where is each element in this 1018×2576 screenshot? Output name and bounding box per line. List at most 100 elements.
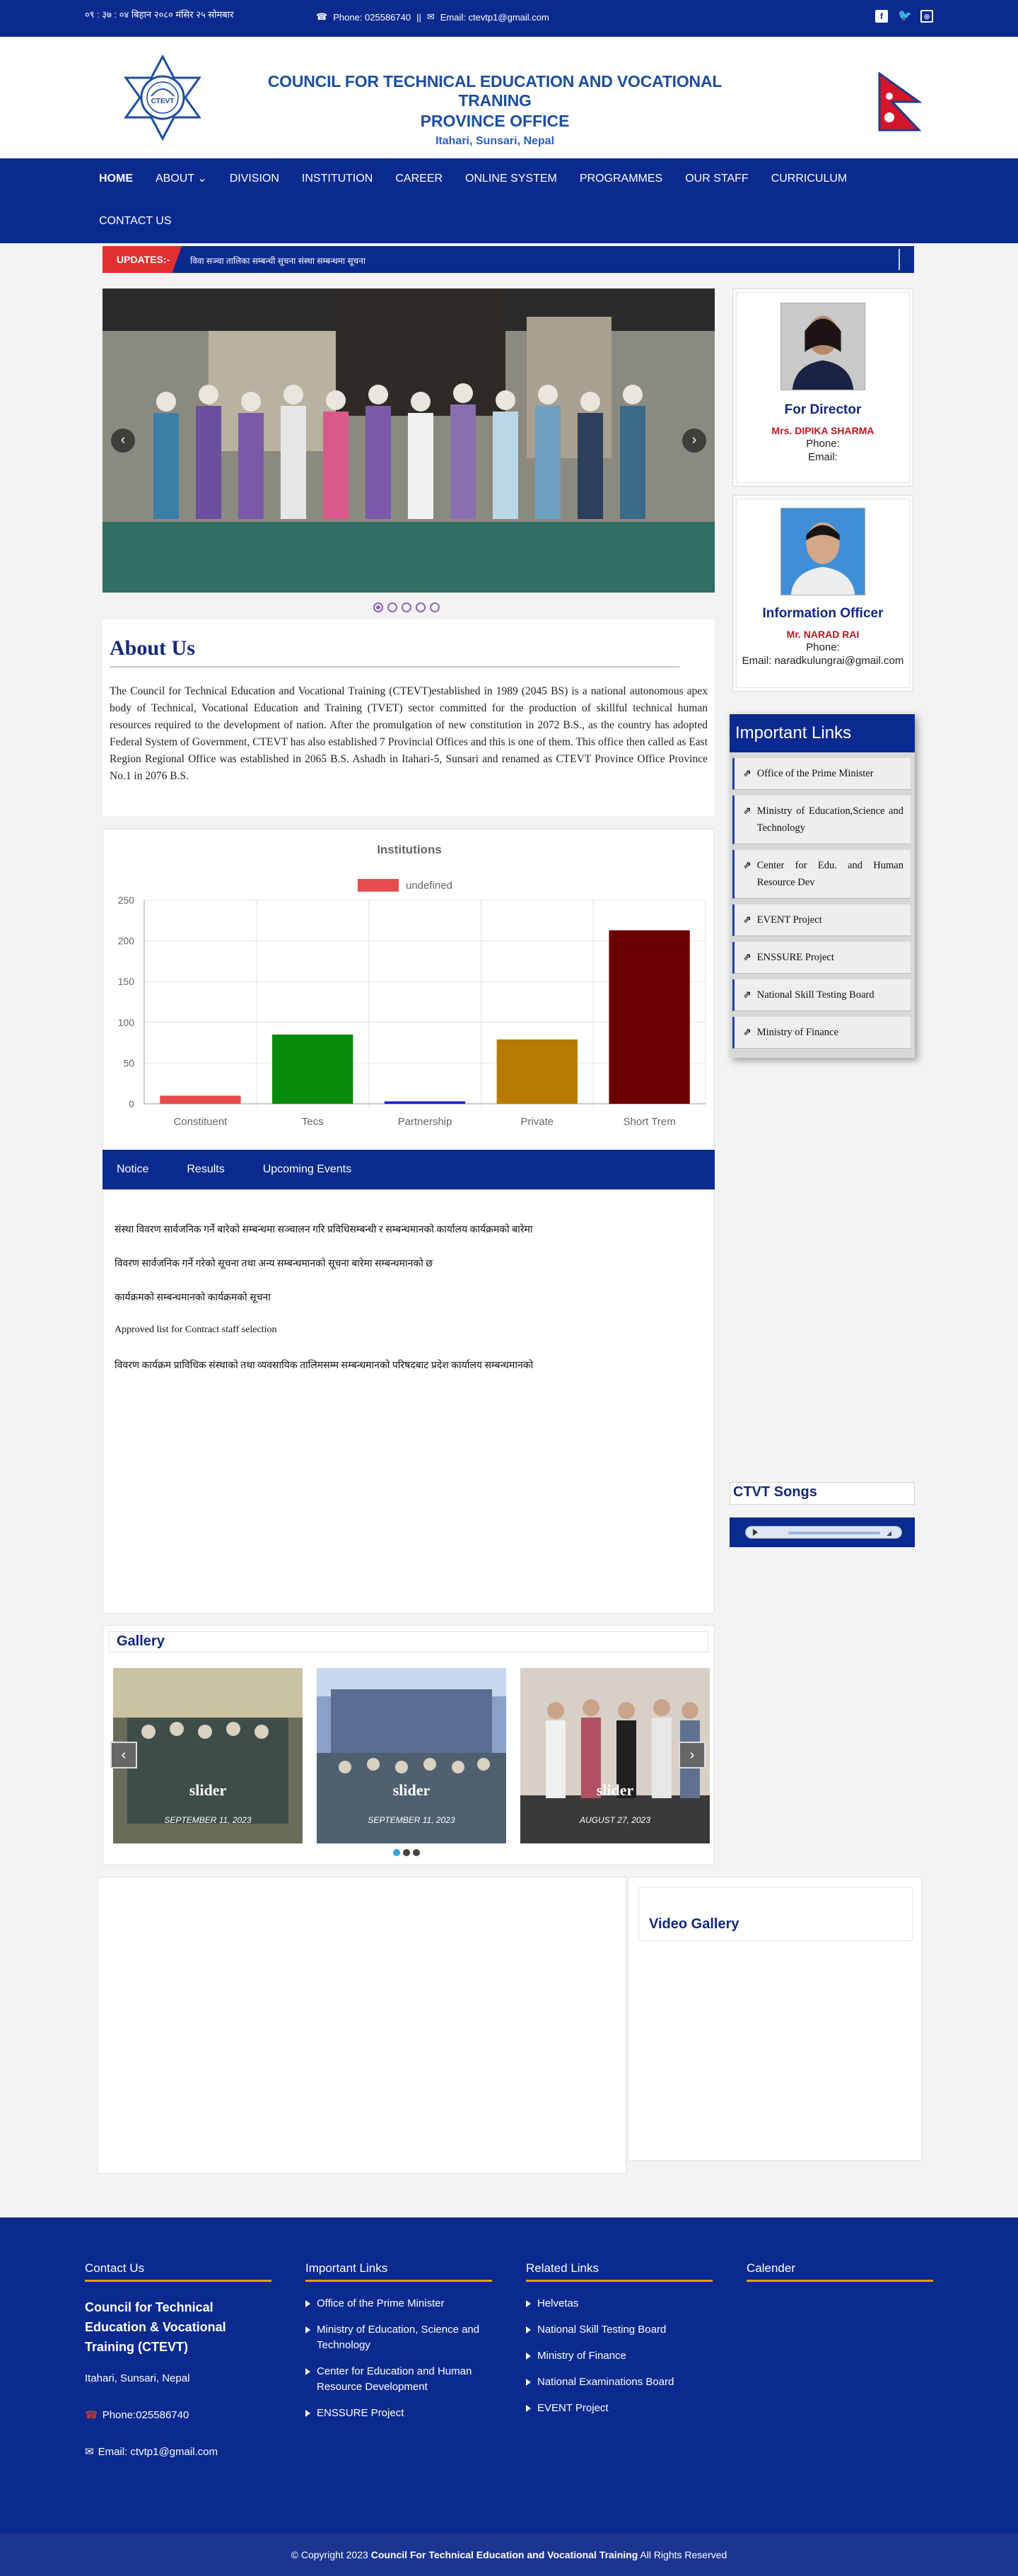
site-title: COUNCIL FOR TECHNICAL EDUCATION AND VOCA…: [233, 72, 756, 148]
footer-important-heading: Important Links: [305, 2261, 492, 2282]
gallery-card[interactable]: slider SEPTEMBER 11, 2023: [317, 1668, 506, 1843]
top-contact: ☎ Phone: 025586740 || ✉ Email: ctevtp1@g…: [316, 11, 549, 23]
footer-link[interactable]: Ministry of Finance: [526, 2348, 713, 2364]
gallery-prev-button[interactable]: ‹: [110, 1742, 137, 1768]
notice-panel: संस्था विवरण सार्वजनिक गर्ने बारेको सम्ब…: [103, 1189, 715, 1614]
footer-link[interactable]: Office of the Prime Minister: [305, 2296, 492, 2312]
facebook-icon[interactable]: f: [875, 10, 888, 23]
nav-career[interactable]: CAREER: [395, 158, 454, 201]
gallery-section: Gallery slider SEPTEMBER 11, 2023 slider…: [103, 1625, 715, 1865]
nav-institution[interactable]: INSTITUTION: [302, 158, 384, 201]
info-officer-email: Email: naradkulungrai@gmail.com: [742, 655, 904, 667]
footer-link[interactable]: Helvetas: [526, 2296, 713, 2312]
nav-division[interactable]: DIVISION: [230, 158, 291, 201]
tab-notice[interactable]: Notice: [103, 1150, 163, 1189]
slider-next-button[interactable]: ›: [682, 429, 706, 453]
chevron-down-icon: ⌄: [197, 173, 207, 185]
slider-dot[interactable]: [402, 602, 411, 612]
important-link[interactable]: ⇗ Ministry of Finance: [732, 1017, 911, 1049]
footer-contact-heading: Contact Us: [85, 2261, 271, 2282]
important-link[interactable]: ⇗ Office of the Prime Minister: [732, 758, 911, 790]
instagram-icon[interactable]: ◎: [920, 10, 933, 23]
footer-link[interactable]: EVENT Project: [526, 2401, 713, 2416]
notice-item[interactable]: Approved list for Contract staff selecti…: [115, 1324, 703, 1358]
director-phone: Phone:: [806, 438, 840, 450]
audio-controls[interactable]: ◢: [745, 1526, 902, 1539]
twitter-icon[interactable]: 🐦: [898, 10, 912, 23]
footer-link[interactable]: National Examinations Board: [526, 2374, 713, 2390]
gallery-caption: slider: [596, 1781, 634, 1799]
footer-link[interactable]: Center for Education and Human Resource …: [305, 2364, 492, 2395]
play-icon[interactable]: [753, 1529, 758, 1536]
phone-icon: ☎: [316, 11, 328, 22]
top-separator: ||: [416, 11, 421, 23]
slider-dot[interactable]: [430, 602, 440, 612]
gallery-dot[interactable]: [393, 1849, 400, 1856]
nav-programmes[interactable]: PROGRAMMES: [580, 158, 674, 201]
gallery-date: SEPTEMBER 11, 2023: [368, 1815, 455, 1825]
updates-text[interactable]: विवा सञ्चा तालिका सम्बन्धी सूचना संस्था …: [190, 255, 365, 267]
important-link[interactable]: ⇗ National Skill Testing Board: [732, 979, 911, 1011]
phone-icon: ☎: [85, 2409, 98, 2421]
nav-curriculum[interactable]: CURRICULUM: [771, 158, 859, 201]
notice-item[interactable]: कार्यक्रमको सम्बन्धमानको कार्यक्रमको सूच…: [115, 1290, 703, 1324]
director-role: For Director: [784, 402, 862, 417]
footer-link[interactable]: ENSSURE Project: [305, 2406, 492, 2421]
bar[interactable]: [384, 1101, 466, 1104]
director-name: Mrs. DIPIKA SHARMA: [771, 425, 874, 436]
slider-dot[interactable]: [416, 602, 426, 612]
nav-about[interactable]: ABOUT ⌄: [156, 158, 218, 201]
updates-ticker: UPDATES:- विवा सञ्चा तालिका सम्बन्धी सूच…: [103, 246, 914, 273]
notice-item[interactable]: विवरण कार्यक्रम प्राविधिक संस्थाको तथा व…: [115, 1358, 703, 1392]
footer-link[interactable]: Ministry of Education, Science and Techn…: [305, 2322, 492, 2353]
slider-dot[interactable]: [373, 602, 383, 612]
top-email: Email: ctevtp1@gmail.com: [440, 11, 549, 23]
gallery-title: Gallery: [109, 1631, 708, 1653]
slider-prev-button[interactable]: ‹: [111, 429, 135, 453]
chart-title: Institutions: [377, 843, 442, 856]
y-tick-label: 100: [118, 1017, 135, 1028]
ticker-divider: [899, 249, 900, 270]
notice-item[interactable]: संस्था विवरण सार्वजनिक गर्ने बारेको सम्ब…: [115, 1223, 703, 1257]
footer-related-links: Related Links Helvetas National Skill Te…: [526, 2261, 713, 2427]
important-link[interactable]: ⇗ Center for Edu. and Human Resource Dev: [732, 850, 911, 899]
footer-link[interactable]: National Skill Testing Board: [526, 2322, 713, 2338]
gallery-dot[interactable]: [413, 1849, 420, 1856]
footer-important-links: Important Links Office of the Prime Mini…: [305, 2261, 492, 2432]
updates-label: UPDATES:-: [103, 246, 182, 273]
ctevt-logo[interactable]: CTEVT: [119, 54, 206, 141]
title-line2: PROVINCE OFFICE: [420, 112, 570, 130]
gallery-card[interactable]: slider SEPTEMBER 11, 2023: [113, 1668, 303, 1843]
gallery-next-button[interactable]: ›: [679, 1742, 706, 1768]
nav-online-system[interactable]: ONLINE SYSTEM: [465, 158, 568, 201]
important-link[interactable]: ⇗ ENSSURE Project: [732, 942, 911, 974]
legend-swatch: [358, 879, 399, 892]
bar[interactable]: [160, 1095, 241, 1104]
tab-results[interactable]: Results: [172, 1150, 238, 1189]
director-photo: [780, 303, 865, 390]
volume-icon[interactable]: ◢: [887, 1529, 891, 1537]
bar[interactable]: [496, 1039, 578, 1104]
y-tick-label: 150: [118, 976, 135, 987]
nav-our-staff[interactable]: OUR STAFF: [685, 158, 759, 201]
audio-progress-bar[interactable]: [788, 1532, 880, 1534]
info-officer-photo: [780, 508, 865, 595]
external-link-icon: ⇗: [743, 989, 751, 1001]
tab-upcoming-events[interactable]: Upcoming Events: [249, 1150, 365, 1189]
important-link[interactable]: ⇗ Ministry of Education,Science and Techn…: [732, 795, 911, 844]
slider-dot[interactable]: [387, 602, 397, 612]
title-line1: COUNCIL FOR TECHNICAL EDUCATION AND VOCA…: [267, 72, 722, 110]
notice-item[interactable]: विवरण सार्वजनिक गर्ने गरेको सूचना तथा अन…: [115, 1257, 703, 1290]
bar[interactable]: [272, 1035, 353, 1104]
mail-icon: ✉: [85, 2446, 94, 2458]
hero-slider: ‹ ›: [103, 289, 715, 593]
important-link[interactable]: ⇗ EVENT Project: [732, 904, 911, 936]
gallery-dot[interactable]: [403, 1849, 410, 1856]
about-divider: [110, 666, 679, 668]
nav-contact-us[interactable]: CONTACT US: [99, 201, 183, 243]
bar[interactable]: [609, 930, 690, 1104]
video-embed-area: [98, 1877, 626, 2174]
nav-home[interactable]: HOME: [99, 158, 144, 201]
gallery-dots: [393, 1849, 420, 1856]
video-gallery-panel: Video Gallery: [628, 1877, 922, 2161]
